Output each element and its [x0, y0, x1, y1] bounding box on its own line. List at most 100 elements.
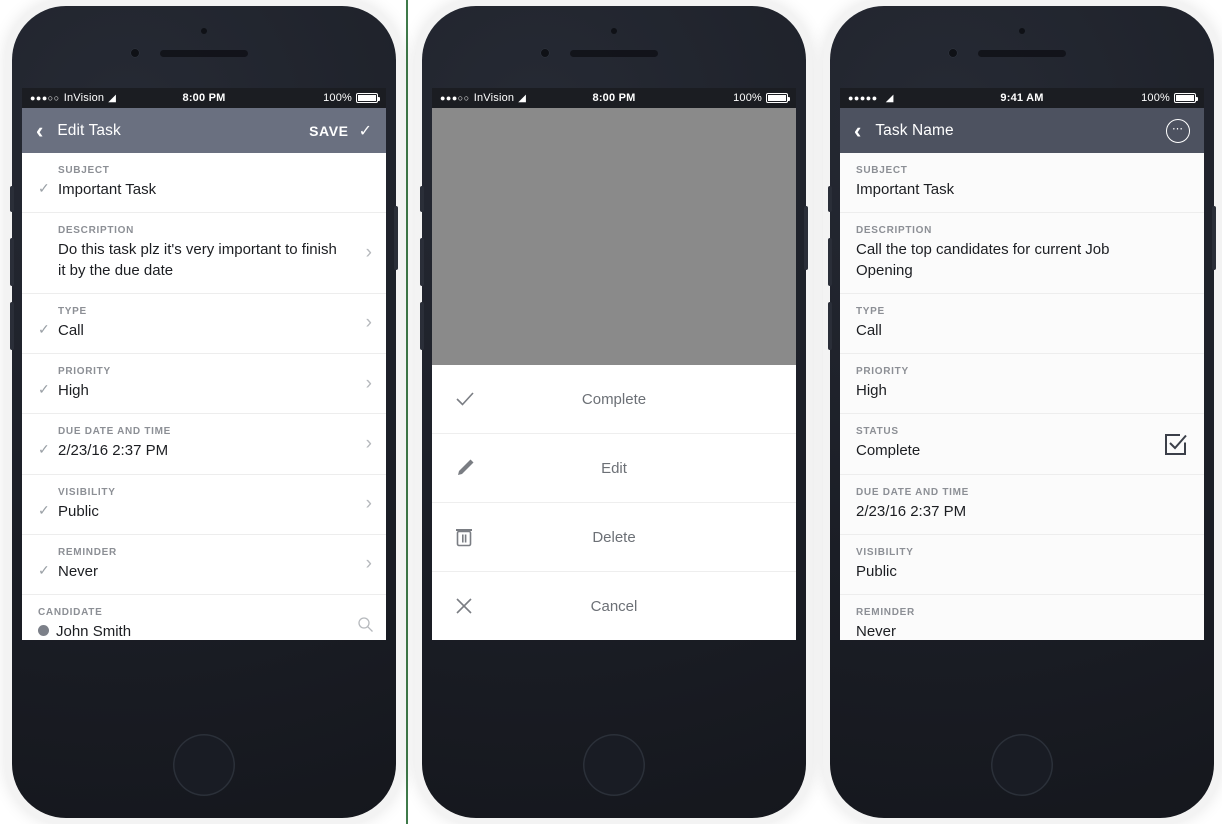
field-row-priority[interactable]: ✓ PRIORITY High › [22, 354, 386, 415]
detail-row-status: STATUS Complete [840, 414, 1204, 475]
battery-percent-label: 100% [733, 92, 762, 104]
sensor-dot-icon [201, 28, 207, 34]
pencil-icon [454, 457, 476, 479]
field-value-wrapper: John Smith [38, 622, 352, 640]
field-row-type[interactable]: ✓ TYPE Call › [22, 293, 386, 354]
field-row-candidate[interactable]: CANDIDATE John Smith [22, 595, 386, 640]
field-row-description[interactable]: DESCRIPTION Do this task plz it's very i… [22, 213, 386, 294]
mute-switch[interactable] [828, 186, 832, 212]
field-label: REMINDER [856, 607, 915, 618]
action-sheet-item-label: Cancel [590, 597, 638, 615]
modal-scrim[interactable]: Complete Edit Delete Cancel [432, 108, 796, 640]
mute-switch[interactable] [10, 186, 14, 212]
power-button[interactable] [394, 206, 398, 270]
field-label: TYPE [856, 305, 885, 317]
power-button[interactable] [1212, 206, 1216, 270]
field-row-visibility[interactable]: ✓ VISIBILITY Public › [22, 474, 386, 535]
check-icon: ✓ [38, 180, 50, 196]
detail-row-description: DESCRIPTION Call the top candidates for … [840, 213, 1204, 294]
search-icon[interactable] [357, 616, 374, 638]
check-icon [454, 388, 476, 410]
volume-down-button[interactable] [10, 302, 14, 350]
field-value: High [58, 382, 89, 399]
home-button[interactable] [583, 734, 645, 796]
volume-up-button[interactable] [420, 238, 424, 286]
front-camera-icon [540, 48, 550, 58]
home-button[interactable] [991, 734, 1053, 796]
field-value: Complete [856, 442, 921, 460]
volume-up-button[interactable] [10, 238, 14, 286]
field-row-subject[interactable]: ✓ SUBJECT Important Task [22, 153, 386, 214]
field-label: DUE DATE AND TIME [856, 486, 970, 498]
field-row-due-date[interactable]: ✓ DUE DATE AND TIME 2/23/16 2:37 PM › [22, 414, 386, 475]
volume-down-button[interactable] [420, 302, 424, 350]
field-value: Call [856, 321, 882, 339]
field-value: Never [58, 562, 99, 580]
home-button[interactable] [173, 734, 235, 796]
action-sheet-item-edit[interactable]: Edit [432, 434, 796, 503]
battery-percent-label: 100% [1141, 92, 1170, 104]
field-label: VISIBILITY [58, 486, 116, 498]
action-sheet-item-label: Complete [581, 390, 647, 408]
field-value: Public [856, 562, 897, 580]
earpiece-speaker-icon [570, 50, 658, 57]
field-value: Call the top candidates for current Job … [856, 241, 1110, 279]
field-label: SUBJECT [856, 165, 908, 176]
chevron-right-icon: › [365, 312, 372, 334]
status-bar-right: 100% [323, 92, 380, 104]
battery-percent-label: 100% [323, 92, 352, 104]
screen-edit-task: ●●●○○ InVision ◢ 8:00 PM 100% ‹ Edit Tas… [22, 88, 386, 640]
page-title: Task Name [875, 121, 954, 139]
field-label: VISIBILITY [856, 546, 914, 558]
back-chevron-left-icon[interactable]: ‹ [36, 119, 43, 142]
check-icon: ✓ [38, 320, 50, 337]
status-bar: ●●●○○ InVision ◢ 8:00 PM 100% [432, 88, 796, 108]
earpiece-speaker-icon [160, 50, 248, 57]
ellipsis-circle-icon[interactable]: ⋯ [1166, 118, 1190, 143]
field-label: TYPE [58, 305, 87, 317]
field-value: Public [58, 502, 99, 520]
check-icon: ✓ [38, 561, 50, 578]
detail-row-reminder: REMINDER Never [840, 595, 1204, 640]
field-label: SUBJECT [58, 165, 110, 176]
screenshot-canvas: ●●●○○ InVision ◢ 8:00 PM 100% ‹ Edit Tas… [0, 0, 1222, 824]
detail-row-priority: PRIORITY High [840, 354, 1204, 415]
mute-switch[interactable] [420, 186, 424, 212]
action-sheet-item-delete[interactable]: Delete [432, 503, 796, 572]
nav-bar-actions: SAVE ✓ [309, 121, 372, 141]
chevron-right-icon: › [365, 553, 372, 575]
back-chevron-left-icon[interactable]: ‹ [854, 119, 861, 142]
phone-device-edit-task: ●●●○○ InVision ◢ 8:00 PM 100% ‹ Edit Tas… [10, 6, 398, 818]
save-button[interactable]: SAVE [309, 123, 349, 139]
power-button[interactable] [804, 206, 808, 270]
detail-row-visibility: VISIBILITY Public [840, 534, 1204, 595]
field-value: Important Task [58, 181, 157, 198]
field-label: DESCRIPTION [856, 225, 933, 237]
screen-view-task: ●●●●● ◢ 9:41 AM 100% ‹ Task Name ⋯ SUBJE… [840, 88, 1204, 640]
detail-row-due-date: DUE DATE AND TIME 2/23/16 2:37 PM [840, 474, 1204, 535]
screen-action-sheet: ●●●○○ InVision ◢ 8:00 PM 100% Complete E… [432, 88, 796, 640]
action-sheet-item-label: Delete [592, 528, 636, 546]
volume-down-button[interactable] [828, 302, 832, 350]
volume-up-button[interactable] [828, 238, 832, 286]
field-label: DUE DATE AND TIME [58, 426, 172, 438]
chevron-right-icon: › [365, 432, 372, 454]
action-sheet-item-cancel[interactable]: Cancel [432, 572, 796, 640]
battery-icon [766, 93, 790, 103]
chevron-right-icon: › [365, 242, 372, 263]
detail-row-type: TYPE Call [840, 293, 1204, 354]
edit-task-field-list: ✓ SUBJECT Important Task DESCRIPTION Do … [22, 153, 386, 640]
check-icon: ✓ [38, 501, 50, 518]
status-checkbox-icon[interactable] [1163, 432, 1188, 462]
action-sheet-item-complete[interactable]: Complete [432, 365, 796, 434]
trash-icon [454, 526, 474, 548]
field-label: STATUS [856, 426, 899, 438]
field-value: Never [856, 623, 897, 640]
field-row-reminder[interactable]: ✓ REMINDER Never › [22, 534, 386, 595]
chevron-right-icon: › [365, 493, 372, 515]
action-sheet-item-label: Edit [601, 459, 627, 477]
battery-icon [1174, 93, 1198, 103]
check-icon: ✓ [38, 381, 50, 397]
status-bar: ●●●●● ◢ 9:41 AM 100% [840, 88, 1204, 108]
check-icon[interactable]: ✓ [359, 121, 372, 141]
